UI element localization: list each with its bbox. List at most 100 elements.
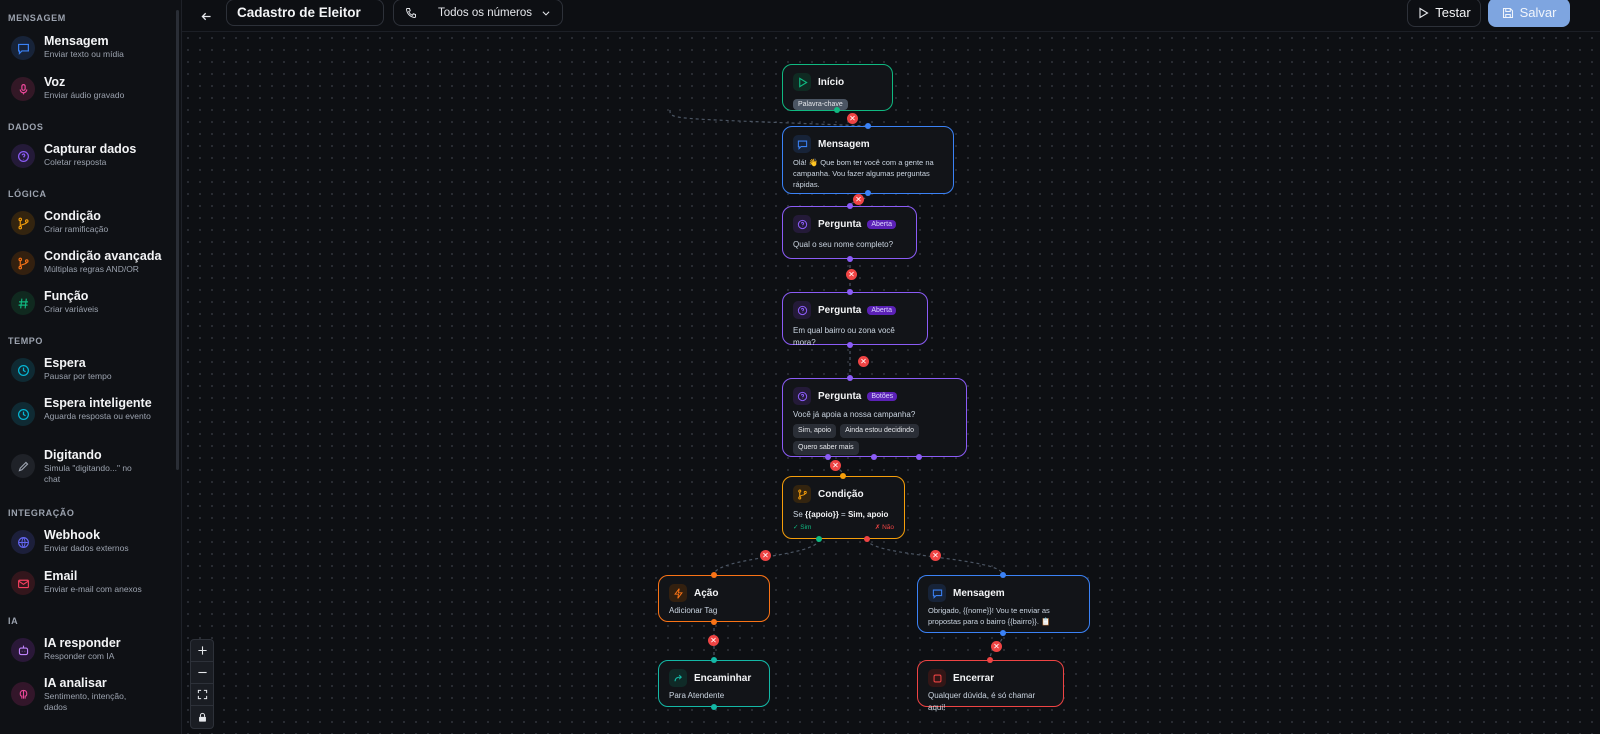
node-pergunta[interactable]: Pergunta Aberta Qual o seu nome completo… [782, 206, 917, 259]
question-icon [793, 387, 811, 405]
palette-item-capturar-dados[interactable]: Capturar dados Coletar resposta [8, 142, 174, 168]
node-mensagem[interactable]: Mensagem Obrigado, {{nome}}! Vou te envi… [917, 575, 1090, 633]
input-port[interactable] [847, 289, 853, 295]
lock-icon [198, 712, 206, 722]
condition-value: Sim, apoio [847, 510, 889, 519]
palette-item-digitando[interactable]: Digitando Simula "digitando..." no chat [8, 448, 174, 485]
palette-item-sub: Pausar por tempo [44, 371, 112, 381]
output-port[interactable] [871, 454, 877, 460]
node-encaminhar[interactable]: Encaminhar Para Atendente [658, 660, 770, 707]
fit-view-button[interactable] [191, 684, 213, 706]
play-icon [1419, 7, 1429, 18]
brain-icon [11, 682, 35, 706]
palette-item-condicao-avancada[interactable]: Condição avançada Múltiplas regras AND/OR [8, 249, 174, 275]
node-title: Encerrar [953, 672, 995, 684]
node-text: Para Atendente [669, 691, 725, 700]
section-tempo: TEMPO [8, 336, 44, 346]
palette-item-espera[interactable]: Espera Pausar por tempo [8, 356, 174, 382]
condition-var: {{apoio}} [805, 510, 839, 519]
output-port[interactable] [825, 454, 831, 460]
output-port[interactable] [847, 256, 853, 262]
palette-item-sub: Enviar e-mail com anexos [44, 584, 142, 594]
node-encerrar[interactable]: Encerrar Qualquer dúvida, é só chamar aq… [917, 660, 1064, 712]
input-port[interactable] [865, 123, 871, 129]
palette-item-webhook[interactable]: Webhook Enviar dados externos [8, 528, 174, 554]
output-port[interactable] [711, 704, 717, 710]
delete-edge-button[interactable]: ✕ [991, 641, 1002, 652]
palette-item-sub: Enviar texto ou mídia [44, 49, 124, 59]
palette-item-ia-analisar[interactable]: IA analisar Sentimento, intenção, dados [8, 676, 174, 713]
output-port-no[interactable] [864, 536, 870, 542]
mic-icon [11, 77, 35, 101]
node-title: Mensagem [953, 587, 1005, 599]
question-icon [793, 301, 811, 319]
zoom-controls [190, 639, 214, 729]
palette-item-ia-responder[interactable]: IA responder Responder com IA [8, 636, 174, 662]
palette-item-condicao[interactable]: Condição Criar ramificação [8, 209, 174, 235]
output-port[interactable] [916, 454, 922, 460]
output-port[interactable] [847, 342, 853, 348]
condition-op: = [838, 510, 848, 519]
zoom-out-button[interactable] [191, 662, 213, 684]
mail-icon [11, 571, 35, 595]
node-mensagem[interactable]: Mensagem Olá! 👋 Que bom ter você com a g… [782, 126, 954, 194]
back-arrow-icon[interactable] [196, 6, 216, 26]
delete-edge-button[interactable]: ✕ [830, 460, 841, 471]
palette-item-funcao[interactable]: Função Criar variáveis [8, 289, 174, 315]
delete-edge-button[interactable]: ✕ [846, 269, 857, 280]
output-port[interactable] [1000, 630, 1006, 636]
sidebar-scrollbar[interactable] [176, 10, 179, 470]
delete-edge-button[interactable]: ✕ [858, 356, 869, 367]
input-port[interactable] [1000, 572, 1006, 578]
palette-item-title: Espera [44, 356, 86, 370]
palette-item-mensagem[interactable]: Mensagem Enviar texto ou mídia [8, 34, 174, 60]
palette-item-sub: Responder com IA [44, 651, 115, 661]
zoom-in-button[interactable] [191, 640, 213, 662]
section-mensagem: MENSAGEM [8, 13, 66, 23]
node-pergunta[interactable]: Pergunta Aberta Em qual bairro ou zona v… [782, 292, 928, 347]
flow-canvas[interactable]: Início Palavra-chave ✕ Mensagem Olá! 👋 Q… [182, 32, 1600, 734]
output-port[interactable] [865, 190, 871, 196]
option-chip: Ainda estou decidindo [840, 424, 919, 438]
node-pergunta-botoes[interactable]: Pergunta Botões Você já apoia a nossa ca… [782, 378, 967, 457]
input-port[interactable] [847, 375, 853, 381]
numbers-select[interactable]: Todos os números [393, 0, 563, 26]
node-title: Ação [694, 587, 719, 599]
output-port[interactable] [711, 619, 717, 625]
output-port-yes[interactable] [816, 536, 822, 542]
question-type-badge: Botões [867, 391, 898, 401]
node-acao[interactable]: Ação Adicionar Tag [658, 575, 770, 622]
palette-item-title: Webhook [44, 528, 101, 542]
question-type-badge: Aberta [867, 305, 896, 315]
node-condicao[interactable]: Condição Se {{apoio}} = Sim, apoio ✓ Sim… [782, 476, 905, 539]
palette-item-voz[interactable]: Voz Enviar áudio gravado [8, 75, 174, 101]
lock-button[interactable] [191, 706, 213, 728]
flow-name-input[interactable]: Cadastro de Eleitor [226, 0, 384, 26]
save-button[interactable]: Salvar [1488, 0, 1570, 27]
node-text: Em qual bairro ou zona você mora? [793, 326, 895, 347]
option-chip: Quero saber mais [793, 441, 859, 455]
node-inicio[interactable]: Início Palavra-chave [782, 64, 893, 111]
input-port[interactable] [711, 572, 717, 578]
delete-edge-button[interactable]: ✕ [708, 635, 719, 646]
input-port[interactable] [711, 657, 717, 663]
clock-icon [11, 358, 35, 382]
node-title: Mensagem [818, 138, 870, 150]
output-port[interactable] [834, 107, 840, 113]
node-title: Pergunta [818, 304, 862, 316]
delete-edge-button[interactable]: ✕ [847, 113, 858, 124]
palette-item-email[interactable]: Email Enviar e-mail com anexos [8, 569, 174, 595]
question-icon [11, 144, 35, 168]
test-button[interactable]: Testar [1407, 0, 1481, 27]
delete-edge-button[interactable]: ✕ [853, 194, 864, 205]
input-port[interactable] [987, 657, 993, 663]
delete-edge-button[interactable]: ✕ [930, 550, 941, 561]
fit-screen-icon [197, 689, 207, 700]
input-port[interactable] [840, 473, 846, 479]
message-icon [793, 135, 811, 153]
delete-edge-button[interactable]: ✕ [760, 550, 771, 561]
palette-item-espera-inteligente[interactable]: Espera inteligente Aguarda resposta ou ev… [8, 396, 174, 426]
input-port[interactable] [847, 203, 853, 209]
palette-item-title: Voz [44, 75, 66, 89]
palette-item-sub: Criar variáveis [44, 304, 99, 314]
